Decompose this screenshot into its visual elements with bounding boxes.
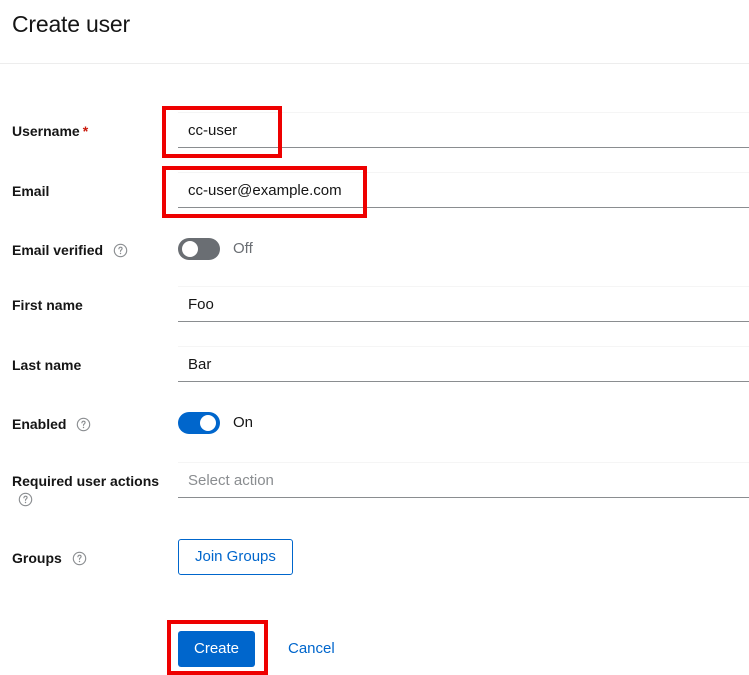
last-name-input[interactable] [178,346,749,382]
label-groups: Groups [12,549,87,567]
label-username: Username * [12,122,88,140]
first-name-input[interactable] [178,286,749,322]
enabled-state-label: On [233,414,254,431]
label-groups-text: Groups [12,550,62,566]
label-email-verified: Email verified [12,241,128,259]
email-input[interactable] [178,172,749,208]
page-title: Create user [12,11,130,37]
label-required-user-actions: Required user actions [12,472,172,508]
required-asterisk: * [82,123,89,139]
label-first-name-text: First name [12,297,83,313]
required-user-actions-select[interactable] [178,462,749,498]
label-enabled: Enabled [12,415,91,433]
label-email-verified-text: Email verified [12,242,104,258]
label-enabled-text: Enabled [12,416,67,432]
cancel-button[interactable]: Cancel [288,631,335,667]
create-button[interactable]: Create [178,631,256,667]
label-email-text: Email [12,183,50,199]
help-circle-icon[interactable] [76,417,91,432]
username-input[interactable] [178,112,749,148]
label-username-text: Username [12,123,80,139]
help-circle-icon[interactable] [113,243,128,258]
email-verified-state-label: Off [233,240,253,257]
join-groups-button[interactable]: Join Groups [178,539,293,575]
label-required-user-actions-text: Required user actions [12,473,160,489]
toggle-knob [200,415,216,431]
label-last-name: Last name [12,356,81,374]
toggle-knob [182,241,198,257]
page-header: Create user [0,0,749,64]
label-email: Email [12,182,49,200]
label-last-name-text: Last name [12,357,82,373]
email-verified-toggle[interactable] [178,238,220,260]
enabled-toggle[interactable] [178,412,220,434]
label-first-name: First name [12,296,83,314]
help-circle-icon[interactable] [18,492,33,507]
help-circle-icon[interactable] [72,551,87,566]
